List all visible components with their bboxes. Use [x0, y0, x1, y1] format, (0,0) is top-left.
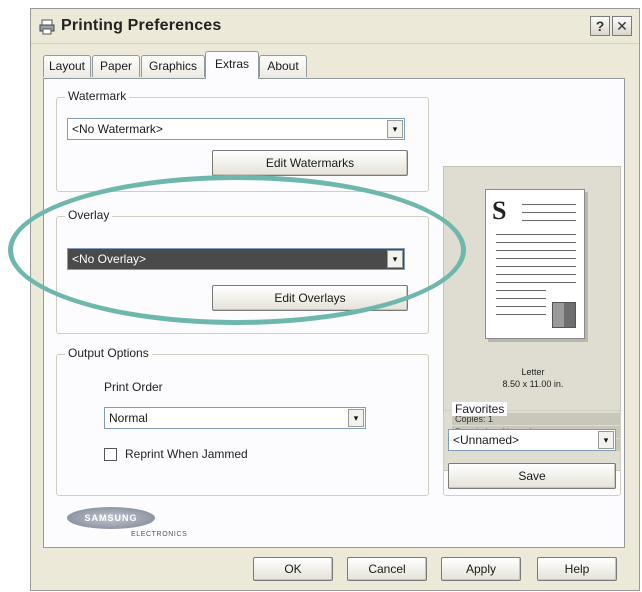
window-title: Printing Preferences: [61, 17, 222, 34]
favorites-group: Favorites <Unnamed> ▾ Save: [443, 402, 621, 496]
samsung-logo-subtitle: ELECTRONICS: [131, 531, 188, 538]
chevron-down-icon[interactable]: ▾: [348, 409, 364, 427]
paper-preview: S: [485, 189, 585, 339]
paper-preview-letter: S: [492, 196, 507, 225]
output-options-group-label: Output Options: [65, 346, 152, 360]
overlay-select-value: <No Overlay>: [72, 252, 147, 266]
ok-button[interactable]: OK: [253, 557, 333, 581]
cancel-button[interactable]: Cancel: [347, 557, 427, 581]
help-button[interactable]: Help: [537, 557, 617, 581]
title-bar: Printing Preferences ? ✕: [31, 9, 639, 44]
watermark-group-label: Watermark: [65, 89, 130, 103]
close-title-button[interactable]: ✕: [612, 16, 632, 36]
favorites-select-value: <Unnamed>: [453, 433, 520, 447]
paper-size: 8.50 x 11.00 in.: [502, 379, 564, 389]
reprint-when-jammed-checkbox[interactable]: [104, 448, 117, 461]
overlay-select[interactable]: <No Overlay> ▾: [67, 248, 405, 270]
chevron-down-icon[interactable]: ▾: [598, 431, 614, 449]
watermark-select[interactable]: <No Watermark> ▾: [67, 118, 405, 140]
overlay-group: Overlay <No Overlay> ▾ Edit Overlays: [56, 208, 429, 334]
extras-tab-panel: Watermark <No Watermark> ▾ Edit Watermar…: [43, 78, 625, 548]
apply-button[interactable]: Apply: [441, 557, 521, 581]
tab-about[interactable]: About: [259, 55, 307, 77]
save-favorite-button[interactable]: Save: [448, 463, 616, 489]
paper-name: Letter: [521, 367, 545, 377]
chevron-down-icon[interactable]: ▾: [387, 250, 403, 268]
overlay-group-label: Overlay: [65, 208, 113, 222]
printer-icon: [39, 19, 55, 35]
favorites-select[interactable]: <Unnamed> ▾: [448, 429, 616, 451]
print-order-select[interactable]: Normal ▾: [104, 407, 366, 429]
watermark-group: Watermark <No Watermark> ▾ Edit Watermar…: [56, 89, 429, 192]
edit-overlays-button[interactable]: Edit Overlays: [212, 285, 408, 311]
output-options-group: Output Options Print Order Normal ▾ Repr…: [56, 346, 429, 496]
printing-preferences-dialog: Printing Preferences ? ✕ Layout Paper Gr…: [30, 8, 640, 591]
tab-graphics[interactable]: Graphics: [141, 55, 205, 77]
samsung-logo: SAMSUNG: [67, 507, 155, 529]
favorites-group-label: Favorites: [452, 402, 508, 416]
help-title-button[interactable]: ?: [590, 16, 610, 36]
image-placeholder-icon: [552, 302, 576, 328]
tab-layout[interactable]: Layout: [43, 55, 91, 77]
tab-paper[interactable]: Paper: [92, 55, 140, 77]
edit-watermarks-button[interactable]: Edit Watermarks: [212, 150, 408, 176]
chevron-down-icon[interactable]: ▾: [387, 120, 403, 138]
reprint-when-jammed-label: Reprint When Jammed: [125, 447, 248, 461]
print-order-label: Print Order: [104, 380, 163, 394]
tab-extras[interactable]: Extras: [205, 51, 259, 79]
print-order-value: Normal: [109, 411, 148, 425]
watermark-select-value: <No Watermark>: [72, 122, 163, 136]
